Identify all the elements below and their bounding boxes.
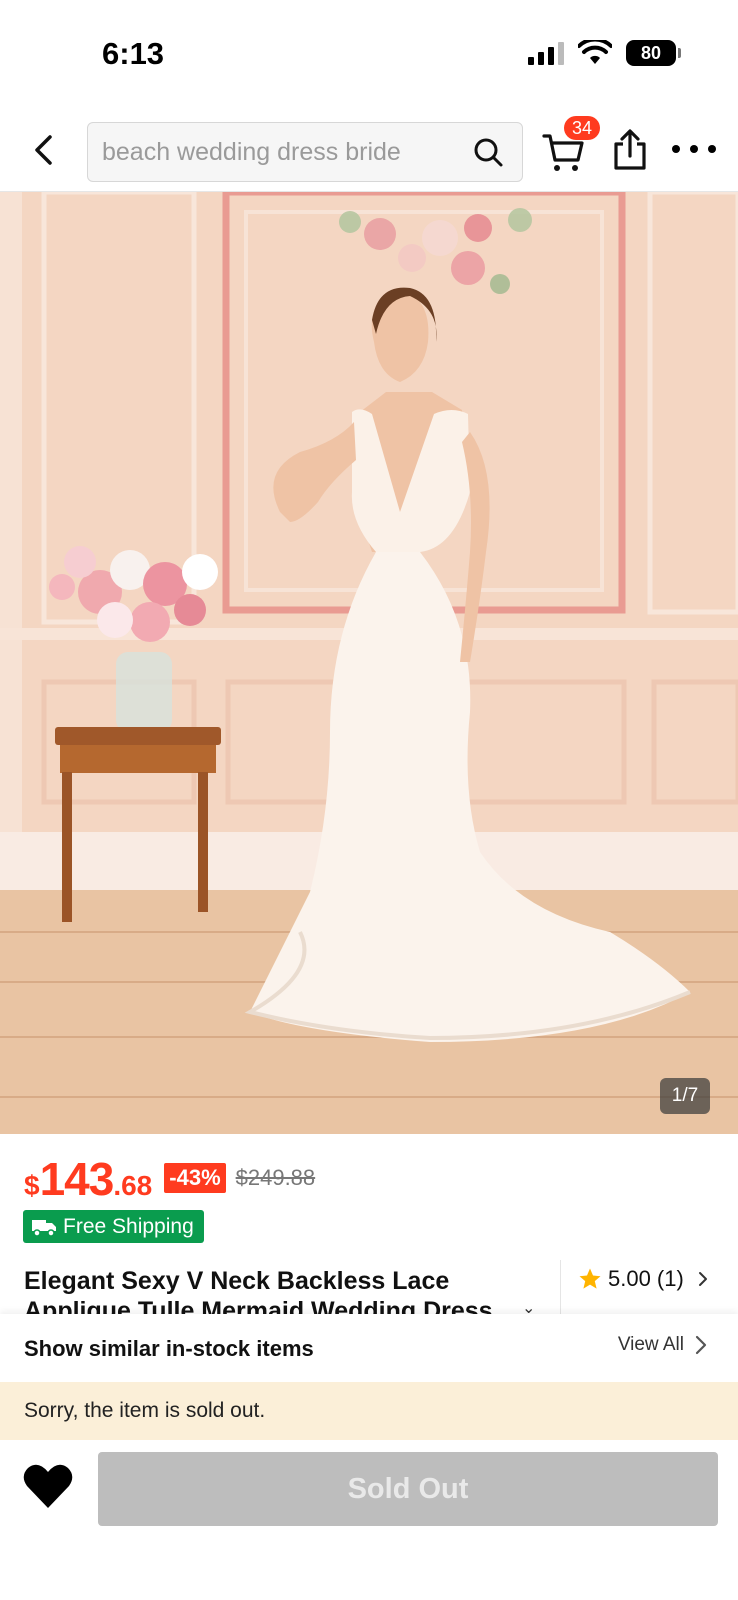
product-image[interactable] [0,192,738,1134]
rating-text: 5.00 (1) [608,1266,684,1291]
chevron-right-icon [695,1335,707,1355]
status-bar: 6:13 80 [0,0,738,110]
divider [560,1260,561,1314]
price-integer: 143 [39,1153,115,1205]
price-row: $ 143 .68 -43% $249.88 [24,1152,315,1206]
price-decimal: .68 [113,1170,153,1201]
view-all-link[interactable]: View All [618,1334,708,1356]
heart-icon[interactable] [22,1462,74,1510]
search-icon[interactable] [472,136,504,168]
free-shipping-badge: Free Shipping [23,1210,204,1243]
notice-text: Sorry, the item is sold out. [24,1399,266,1422]
discount-badge: -43% [164,1163,226,1193]
wedding-dress-photo [0,192,738,1134]
share-icon[interactable] [610,128,650,172]
star-icon [579,1268,601,1289]
sold-out-notice: Sorry, the item is sold out. [0,1382,738,1440]
chevron-right-icon [698,1272,707,1286]
similar-items-label: Show similar in-stock items [24,1336,314,1361]
product-title[interactable]: Elegant Sexy V Neck Backless Lace Appliq… [24,1266,524,1314]
image-counter: 1/7 [660,1078,710,1114]
search-box[interactable] [87,122,523,182]
bottom-action-bar: Sold Out [0,1440,738,1600]
more-icon[interactable] [672,134,716,164]
price-currency: $ [24,1170,40,1201]
rating[interactable]: 5.00 (1) [578,1266,710,1292]
status-time: 6:13 [102,36,165,71]
battery-level: 80 [640,42,662,63]
sold-out-button[interactable]: Sold Out [98,1452,718,1526]
back-icon[interactable] [24,130,64,170]
wifi-icon [578,40,612,64]
battery-icon: 80 [626,40,681,66]
cart-count-badge: 34 [564,116,600,140]
truck-icon [32,1219,56,1237]
similar-items-bar[interactable]: Show similar in-stock items View All [0,1314,738,1382]
product-info: $ 143 .68 -43% $249.88 Free Shipping Ele… [0,1134,738,1317]
search-input[interactable] [102,123,442,181]
signal-icon [528,41,564,65]
shipping-label: Free Shipping [63,1214,194,1238]
view-all-label: View All [617,1334,684,1355]
product-page: 6:13 80 beach wedding dress bride 34 1/7… [0,0,738,1600]
status-icons: 80 [528,40,681,66]
original-price: $249.88 [235,1165,316,1190]
search-header: 34 [0,110,738,192]
